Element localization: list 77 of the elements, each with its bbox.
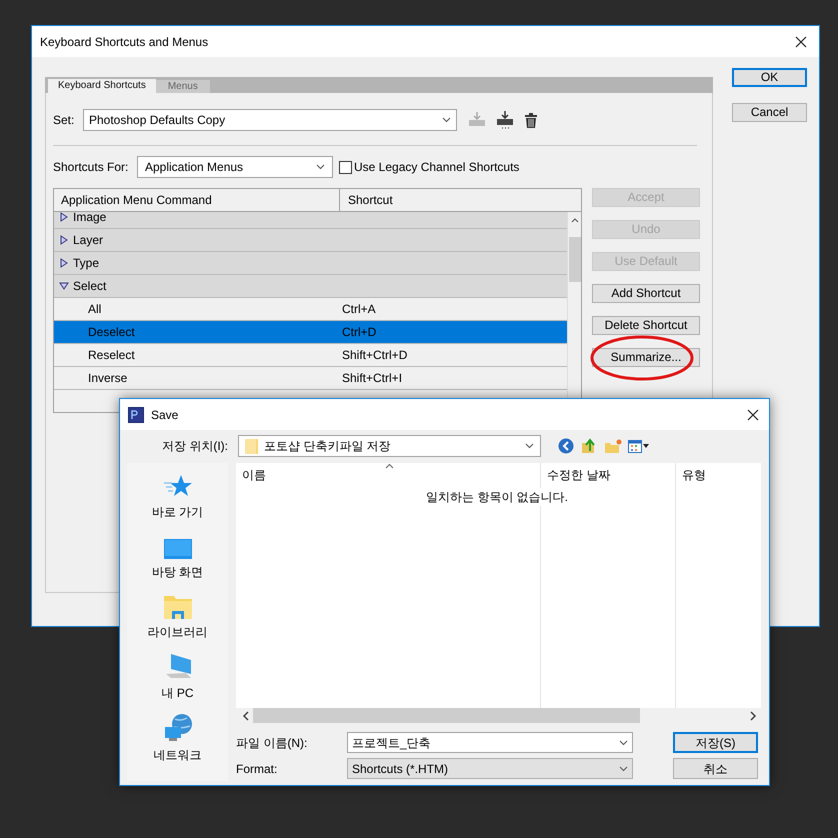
chevron-down-icon — [316, 164, 325, 170]
window-title: Save — [151, 406, 178, 424]
checkbox-label: Use Legacy Channel Shortcuts — [354, 159, 520, 176]
caret-icon — [643, 444, 649, 448]
dialog-button[interactable]: Cancel — [732, 103, 807, 122]
checkbox[interactable] — [339, 160, 352, 174]
file-name-label: 파일 이름(N): — [236, 734, 308, 752]
folder-icon — [162, 594, 192, 620]
command-text: Deselect — [88, 324, 136, 341]
triangle-right-icon[interactable] — [59, 258, 69, 268]
triangle-right-icon[interactable] — [59, 235, 69, 245]
dialog-button[interactable]: 저장(S) — [673, 732, 758, 753]
trash-icon[interactable] — [525, 112, 537, 128]
set-label: Set: — [53, 112, 76, 129]
command-text: Select — [73, 278, 106, 295]
chevron-down-icon — [619, 766, 628, 772]
format-select[interactable]: Shortcuts (*.HTM) — [347, 758, 633, 779]
table-row[interactable]: Deselect Ctrl+D — [54, 321, 568, 344]
location-select[interactable]: 포토샵 단축키파일 저장 — [238, 435, 541, 457]
empty-message: 일치하는 항목이 없습니다. — [426, 488, 568, 506]
triangle-down-icon[interactable] — [59, 281, 69, 291]
place-item[interactable]: 바탕 화면 — [130, 533, 226, 581]
chevron-down-icon — [525, 443, 534, 449]
grid-view-icon — [628, 440, 642, 452]
set-select[interactable]: Photoshop Defaults Copy — [83, 109, 457, 131]
column-header[interactable]: 수정한 날짜 — [541, 463, 675, 484]
action-button[interactable]: Summarize... — [592, 348, 700, 367]
place-item[interactable]: 바로 가기 — [130, 473, 226, 521]
tab[interactable]: Keyboard Shortcuts — [48, 79, 156, 93]
view-menu-button[interactable] — [628, 440, 649, 452]
scroll-up-icon[interactable] — [570, 217, 579, 223]
up-folder-icon[interactable] — [581, 438, 597, 454]
save-icon[interactable] — [496, 111, 514, 129]
group-row[interactable]: Layer — [54, 229, 568, 252]
chevron-down-icon — [442, 117, 451, 123]
close-button[interactable] — [793, 34, 809, 50]
column-header: Application Menu Command — [54, 189, 340, 211]
group-row[interactable]: Select — [54, 275, 568, 298]
format-label: Format: — [236, 760, 278, 778]
column-header[interactable]: 이름 — [236, 463, 540, 484]
folder-icon — [245, 438, 258, 454]
back-icon[interactable] — [558, 438, 574, 454]
shortcuts-for-label: Shortcuts For: — [53, 159, 130, 176]
triangle-right-icon[interactable] — [59, 212, 69, 222]
shortcuts-for-select[interactable]: Application Menus — [137, 156, 333, 178]
sort-caret-icon — [385, 463, 394, 469]
place-item[interactable]: 네트워크 — [130, 713, 226, 761]
group-row[interactable]: Type — [54, 252, 568, 275]
command-text: All — [88, 301, 102, 318]
column-header: Shortcut — [347, 192, 394, 209]
location-label: 저장 위치(I): — [161, 438, 228, 455]
action-button[interactable]: Add Shortcut — [592, 284, 700, 303]
command-text: Reselect — [88, 347, 136, 364]
dialog-button[interactable]: 취소 — [673, 758, 758, 779]
shortcut-text: Shift+Ctrl+D — [342, 347, 408, 364]
command-text: Inverse — [88, 370, 128, 387]
command-text: Image — [73, 212, 106, 226]
group-row[interactable]: Image — [54, 212, 568, 229]
dialog-button[interactable]: OK — [732, 68, 807, 87]
place-item[interactable]: 라이브러리 — [130, 593, 226, 641]
scrollbar-thumb[interactable] — [253, 708, 640, 723]
app-icon — [128, 406, 144, 422]
command-text: Type — [73, 255, 100, 272]
shortcut-text: Ctrl+A — [342, 301, 376, 318]
close-button[interactable] — [745, 406, 761, 422]
action-button[interactable]: Delete Shortcut — [592, 316, 700, 335]
desktop-icon — [162, 538, 192, 560]
file-name-field[interactable]: 프로젝트_단축 — [347, 732, 633, 753]
command-text: Layer — [73, 232, 104, 249]
place-item[interactable]: 내 PC — [130, 653, 226, 701]
scrollbar-thumb[interactable] — [568, 237, 581, 282]
window-title: Keyboard Shortcuts and Menus — [40, 34, 208, 50]
network-icon — [162, 713, 192, 743]
column-header[interactable]: 유형 — [676, 463, 761, 484]
shortcut-text: Ctrl+D — [342, 324, 376, 341]
shortcut-text: Shift+Ctrl+I — [342, 370, 402, 387]
chevron-down-icon — [619, 740, 628, 746]
